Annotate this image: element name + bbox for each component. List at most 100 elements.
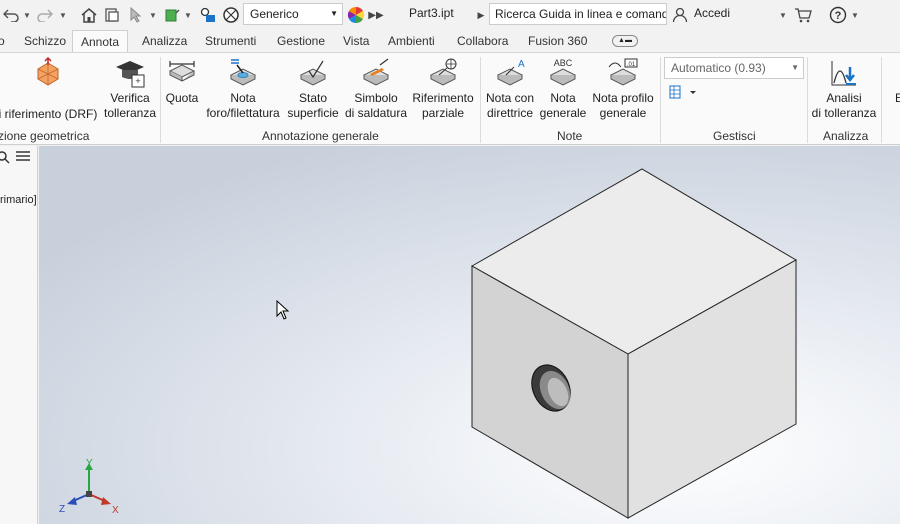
help-search-input[interactable]: Ricerca Guida in linea e comand — [489, 3, 667, 25]
annotation-style-value: Automatico (0.93) — [671, 61, 766, 75]
help-dropdown-icon[interactable]: ▼ — [850, 4, 860, 26]
datum-target-button[interactable]: Riferimento parziale — [410, 57, 476, 121]
annotation-style-select[interactable]: Automatico (0.93) ▼ — [664, 57, 804, 79]
tolerance-analysis-button[interactable]: Analisi di tolleranza — [810, 57, 878, 121]
tab-vista[interactable]: Vista — [341, 30, 371, 52]
svg-text:.01: .01 — [627, 62, 636, 68]
triad-x-label: X — [112, 505, 119, 516]
help-icon[interactable]: ? — [828, 4, 848, 26]
hole-thread-note-button[interactable]: Nota foro/filettatura — [203, 57, 283, 121]
profile-note-label-1: Nota profilo — [592, 91, 654, 105]
ribbon: i riferimento (DRF) + Verifica tolleranz… — [0, 52, 900, 145]
svg-text:A: A — [518, 59, 525, 70]
view-triad[interactable]: Y X Z — [57, 456, 127, 518]
format-grid-icon — [669, 85, 696, 99]
graduation-cap-icon: + — [116, 61, 145, 88]
annotation-panel-label: Annotazione generale — [262, 129, 379, 143]
verify-tolerance-label-1: Verifica — [110, 91, 150, 105]
panel-separator — [807, 57, 808, 143]
open-file-icon[interactable] — [102, 4, 122, 26]
dimension-button[interactable]: Quota — [162, 57, 202, 106]
tab-collabora[interactable]: Collabora — [455, 30, 510, 52]
leader-note-label-1: Nota con — [485, 91, 535, 105]
tab-fusion360[interactable]: Fusion 360 — [526, 30, 589, 52]
chevron-down-icon: ▼ — [330, 9, 338, 18]
tab-analizza[interactable]: Analizza — [140, 30, 189, 52]
graphics-viewport[interactable]: Y X Z — [39, 146, 900, 524]
weld-symbol-label-2: di saldatura — [344, 106, 408, 120]
profile-note-label-2: generale — [599, 106, 647, 120]
undo-dropdown-icon[interactable]: ▼ — [22, 4, 32, 26]
color-wheel-icon[interactable] — [346, 4, 366, 26]
parameters-icon[interactable] — [198, 4, 218, 26]
weld-symbol-icon — [362, 58, 390, 86]
verify-tolerance-label-2: tolleranza — [103, 106, 157, 120]
weld-symbol-button[interactable]: Simbolo di saldatura — [343, 57, 409, 121]
menu-icon[interactable] — [15, 149, 31, 167]
home-icon[interactable] — [78, 4, 100, 26]
surface-texture-label-1: Stato — [298, 91, 328, 105]
surface-texture-label-2: superficie — [287, 106, 339, 120]
tab-previous[interactable]: o — [0, 30, 7, 52]
hole-note-icon — [229, 59, 257, 86]
cart-icon[interactable] — [793, 4, 813, 26]
drf-button[interactable]: i riferimento (DRF) — [0, 57, 98, 122]
tolerance-analysis-label-2: di tolleranza — [811, 106, 877, 120]
double-chevron-right-icon[interactable]: ▶▶ — [368, 4, 384, 26]
gdt-panel-label: zione geometrica — [0, 129, 90, 143]
chevron-down-icon: ▼ — [791, 63, 799, 72]
tab-ambienti[interactable]: Ambienti — [386, 30, 437, 52]
signin-dropdown-icon[interactable]: ▼ — [778, 4, 788, 26]
leader-note-button[interactable]: A Nota con direttrice — [482, 57, 538, 121]
datum-target-icon — [429, 58, 457, 86]
ribbon-toggle-icon[interactable]: ▲▬ — [612, 35, 638, 47]
tab-strumenti[interactable]: Strumenti — [203, 30, 258, 52]
material-dropdown-icon[interactable]: ▼ — [183, 4, 193, 26]
hole-note-label-2: foro/filettatura — [206, 106, 280, 120]
verify-tolerance-button[interactable]: + Verifica tolleranza — [102, 57, 158, 121]
export-button-partial[interactable]: E — [889, 57, 900, 106]
profile-note-button[interactable]: .01 Nota profilo generale — [589, 57, 657, 121]
style-format-button[interactable] — [668, 83, 698, 101]
ribbon-tabs: o Schizzo Annota Analizza Strumenti Gest… — [0, 30, 900, 52]
search-chevron-icon[interactable]: ▶ — [475, 4, 487, 26]
hole-note-label-1: Nota — [230, 91, 256, 105]
appearance-icon[interactable] — [221, 4, 241, 26]
surface-texture-button[interactable]: Stato superficie — [285, 57, 341, 121]
browser-search-icon[interactable] — [0, 150, 10, 167]
general-note-label-2: generale — [539, 106, 587, 120]
select-icon[interactable] — [126, 4, 146, 26]
svg-text:+: + — [135, 76, 140, 86]
svg-text:?: ? — [835, 10, 842, 22]
panel-separator — [480, 57, 481, 143]
part-model[interactable] — [39, 146, 900, 524]
user-icon[interactable] — [671, 4, 689, 26]
undo-icon[interactable] — [0, 4, 22, 26]
tolerance-analysis-label-1: Analisi — [826, 91, 862, 105]
tab-schizzo[interactable]: Schizzo — [22, 30, 68, 52]
general-note-button[interactable]: ABC Nota generale — [539, 57, 587, 121]
profile-note-icon: .01 — [608, 58, 638, 86]
appearance-value: Generico — [250, 7, 299, 21]
appearance-select[interactable]: Generico ▼ — [243, 3, 343, 25]
leader-note-icon: A — [496, 59, 525, 86]
surface-texture-icon — [299, 60, 327, 86]
tab-gestione[interactable]: Gestione — [275, 30, 327, 52]
quick-access-toolbar: ▼ ▼ ▼ ▼ Generico ▼ ▶▶ Part3.ipt ▶ Ricerc… — [0, 0, 900, 30]
redo-dropdown-icon[interactable]: ▼ — [58, 4, 68, 26]
manage-panel-label: Gestisci — [713, 129, 756, 143]
note-panel-label: Note — [557, 129, 583, 143]
general-note-label-1: Nota — [550, 91, 576, 105]
general-note-icon: ABC — [549, 58, 577, 86]
browser-tree-node[interactable]: rimario] — [0, 194, 37, 206]
material-icon[interactable] — [162, 4, 182, 26]
dimension-icon — [168, 61, 196, 82]
panel-separator — [160, 57, 161, 143]
drf-label: i riferimento (DRF) — [0, 107, 98, 121]
select-dropdown-icon[interactable]: ▼ — [148, 4, 158, 26]
mouse-cursor-icon — [276, 300, 290, 320]
sign-in-link[interactable]: Accedi — [694, 6, 730, 20]
tab-annota[interactable]: Annota — [72, 30, 129, 52]
redo-icon[interactable] — [34, 4, 56, 26]
leader-note-label-2: direttrice — [486, 106, 533, 120]
